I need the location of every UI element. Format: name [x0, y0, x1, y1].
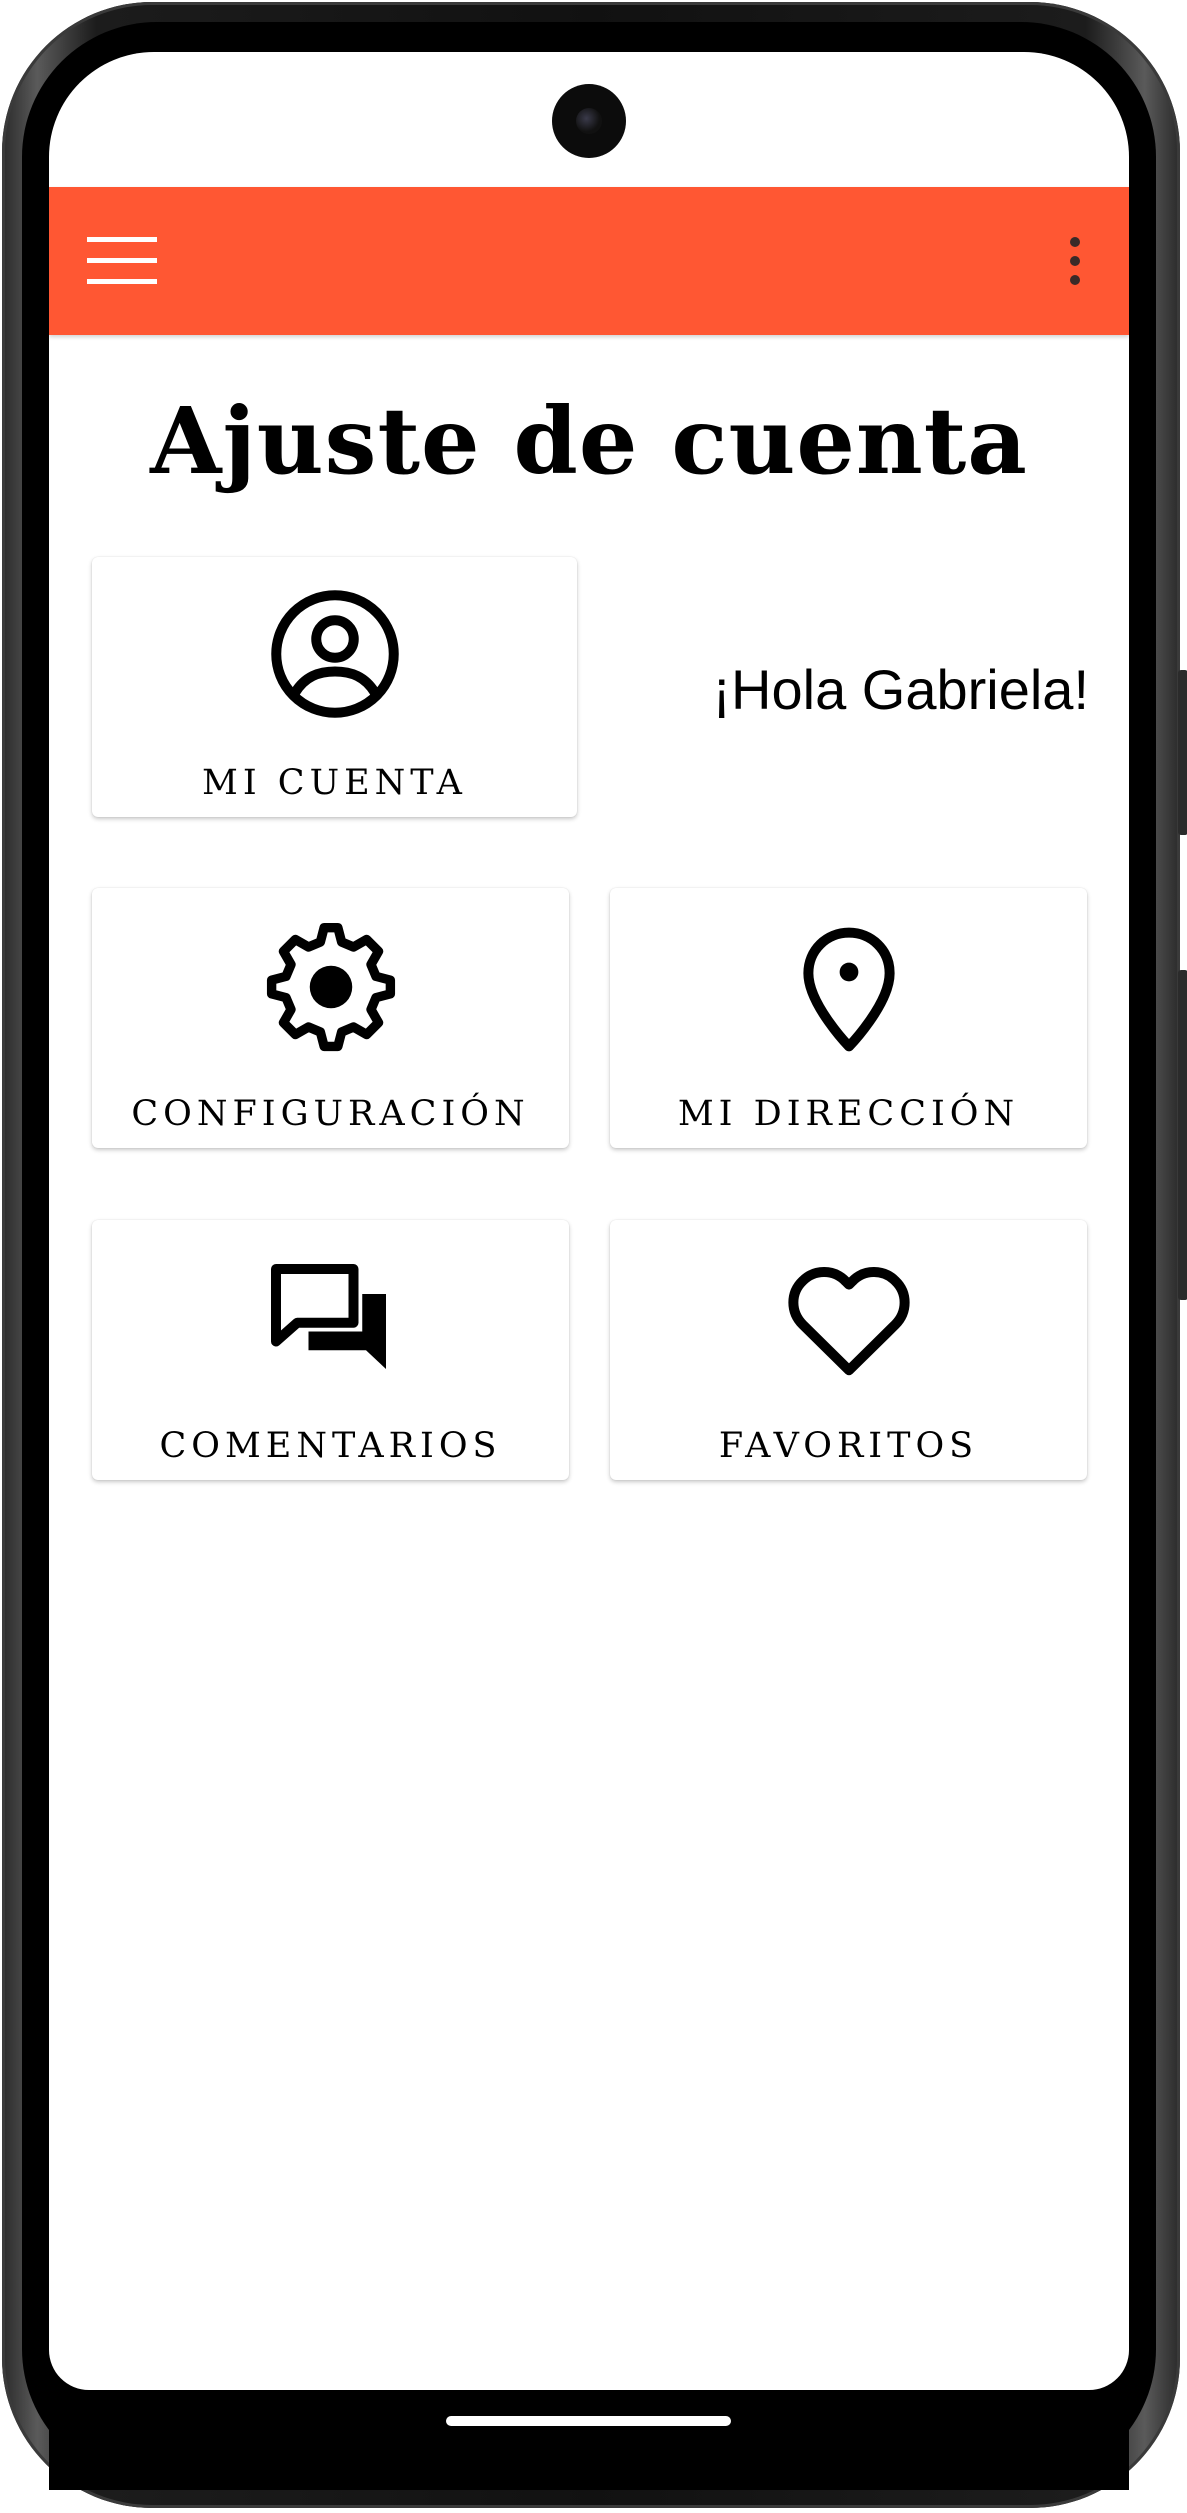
chat-bubbles-icon — [270, 1264, 386, 1369]
mi-cuenta-label: MI CUENTA — [202, 763, 467, 803]
menu-icon[interactable] — [87, 237, 157, 285]
device-screenshot: Ajuste de cuenta MI CUENTA ¡Hola Gabriel… — [0, 0, 1187, 2513]
location-pin-icon — [802, 927, 895, 1052]
greeting-text: ¡Hola Gabriela! — [712, 658, 1089, 721]
volume-button — [1178, 670, 1187, 835]
mi-cuenta-card[interactable]: MI CUENTA — [92, 557, 577, 817]
gear-icon — [266, 922, 395, 1052]
mi-direccion-card[interactable]: MI DIRECCIÓN — [610, 888, 1087, 1148]
configuracion-label: CONFIGURACIÓN — [131, 1094, 530, 1134]
navigation-bar — [49, 2390, 1129, 2490]
mi-direccion-label: MI DIRECCIÓN — [677, 1094, 1020, 1134]
app-toolbar — [49, 187, 1129, 335]
comentarios-card[interactable]: COMENTARIOS — [92, 1220, 569, 1480]
app-screen: Ajuste de cuenta MI CUENTA ¡Hola Gabriel… — [49, 52, 1129, 2390]
more-vert-icon[interactable] — [1069, 237, 1081, 285]
account-circle-icon — [270, 590, 399, 718]
home-indicator[interactable] — [446, 2416, 731, 2426]
favoritos-label: FAVORITOS — [718, 1426, 979, 1466]
configuracion-card[interactable]: CONFIGURACIÓN — [92, 888, 569, 1148]
comentarios-label: COMENTARIOS — [159, 1426, 502, 1466]
page-title: Ajuste de cuenta — [150, 387, 1028, 495]
power-button — [1178, 970, 1187, 1300]
favoritos-card[interactable]: FAVORITOS — [610, 1220, 1087, 1480]
heart-icon — [787, 1267, 910, 1376]
front-camera — [552, 84, 626, 158]
